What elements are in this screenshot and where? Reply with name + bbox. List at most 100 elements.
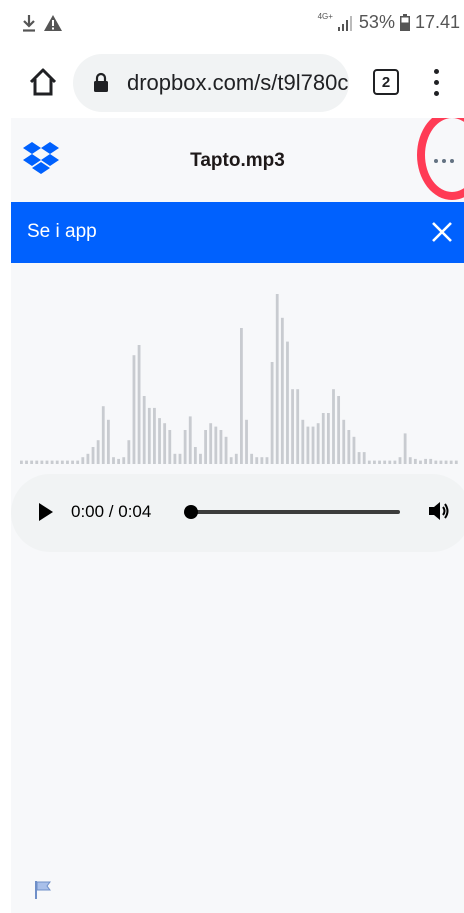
waveform-bar <box>147 407 151 464</box>
waveform-bar <box>424 458 427 464</box>
waveform-bar <box>30 460 34 464</box>
more-horizontal-icon[interactable] <box>431 148 461 172</box>
waveform-bar <box>291 389 294 464</box>
waveform-bar <box>260 457 264 464</box>
vertical-dots-icon[interactable] <box>425 66 449 100</box>
waveform-bar <box>393 460 397 464</box>
audio-player: 0:00 / 0:04 <box>11 474 464 552</box>
waveform-bar <box>127 440 131 464</box>
waveform-bar <box>66 460 69 464</box>
volume-icon[interactable] <box>428 500 450 522</box>
waveform-bar <box>301 419 305 464</box>
waveform-bar <box>296 389 300 464</box>
waveform-bar <box>163 423 167 464</box>
waveform-bar <box>434 460 438 464</box>
waveform-bar <box>40 460 44 464</box>
waveform-bar <box>86 453 90 464</box>
download-icon <box>23 15 35 32</box>
waveform-bar <box>158 418 161 464</box>
status-bar: 4G+ 53% 17.41 <box>0 0 464 48</box>
waveform-bar <box>173 453 177 464</box>
waveform-bar <box>199 453 202 464</box>
waveform-bar <box>347 430 351 464</box>
waveform-bar <box>357 452 361 464</box>
waveform-bar <box>383 460 387 464</box>
waveform-bar <box>265 457 269 464</box>
waveform-bar <box>362 452 366 464</box>
seek-thumb[interactable] <box>184 505 198 519</box>
waveform-bar <box>255 457 259 464</box>
waveform-bar <box>373 460 376 464</box>
waveform-bar <box>398 457 402 464</box>
home-icon[interactable] <box>27 66 59 98</box>
waveform-bar <box>378 460 381 464</box>
page-header: Tapto.mp3 <box>11 118 464 202</box>
clock: 17.41 <box>414 12 460 32</box>
waveform-bar <box>332 389 335 464</box>
file-title: Tapto.mp3 <box>190 150 285 171</box>
signal-icon <box>337 15 352 31</box>
waveform-bar <box>388 460 392 464</box>
waveform-bar <box>286 341 289 464</box>
waveform-bar <box>439 460 443 464</box>
waveform-bar <box>234 453 238 464</box>
waveform-bar <box>342 419 346 464</box>
seek-track <box>188 510 400 514</box>
waveform-bar <box>275 294 279 464</box>
waveform-bar <box>193 447 197 464</box>
waveform-bar <box>219 430 223 464</box>
waveform-bar <box>20 460 23 464</box>
waveform-bar <box>122 457 126 464</box>
waveform-bar <box>117 458 121 464</box>
waveform-bar <box>229 457 233 464</box>
browser-toolbar: dropbox.com/s/t9l780c 2 <box>0 48 464 118</box>
waveform-bar <box>408 457 412 464</box>
waveform-bar <box>311 426 315 464</box>
waveform-bar <box>413 458 417 464</box>
flag-icon[interactable] <box>34 880 52 900</box>
waveform-bar <box>142 396 146 464</box>
open-in-app-banner[interactable]: Se i app <box>11 202 464 263</box>
waveform-bar <box>183 430 187 464</box>
audio-waveform <box>20 294 458 464</box>
open-in-app-label: Se i app <box>27 221 97 242</box>
waveform-bar <box>45 460 49 464</box>
waveform-bar <box>337 396 341 464</box>
seek-slider[interactable] <box>184 502 402 522</box>
waveform-bar <box>168 430 172 464</box>
waveform-bar <box>101 406 105 464</box>
waveform-bar <box>245 419 248 464</box>
tab-switcher-button[interactable]: 2 <box>373 69 399 95</box>
close-icon[interactable] <box>431 221 453 243</box>
waveform-bar <box>178 453 182 464</box>
waveform-bar <box>403 433 407 464</box>
play-icon[interactable] <box>39 503 53 521</box>
waveform-bar <box>250 453 254 464</box>
waveform-bar <box>55 460 59 464</box>
dropbox-page: Tapto.mp3 Se i app 0:00 / 0:04 <box>11 118 464 913</box>
waveform-bar <box>188 416 192 464</box>
lock-icon <box>94 72 108 92</box>
waveform-bar <box>137 345 141 464</box>
waveform-bar <box>419 460 422 464</box>
waveform-bar <box>326 413 330 464</box>
waveform-bar <box>25 460 28 464</box>
waveform-bar <box>321 413 325 464</box>
waveform-bar <box>153 407 156 464</box>
waveform-bar <box>35 460 39 464</box>
battery-percentage: 53% <box>358 12 395 32</box>
playback-time: 0:00 / 0:04 <box>71 502 152 521</box>
waveform-bar <box>270 362 274 464</box>
waveform-bar <box>91 447 95 464</box>
warning-icon <box>44 15 62 31</box>
waveform-bar <box>444 460 448 464</box>
waveform-bar <box>224 436 228 464</box>
waveform-bar <box>204 430 207 464</box>
url-text: dropbox.com/s/t9l780c <box>127 70 349 95</box>
waveform-bar <box>240 328 243 464</box>
address-bar[interactable]: dropbox.com/s/t9l780c <box>73 54 349 112</box>
waveform-bar <box>429 458 433 464</box>
waveform-bar <box>280 317 284 464</box>
status-right: 4G+ 53% 17.41 <box>318 12 460 33</box>
waveform-bar <box>449 460 453 464</box>
